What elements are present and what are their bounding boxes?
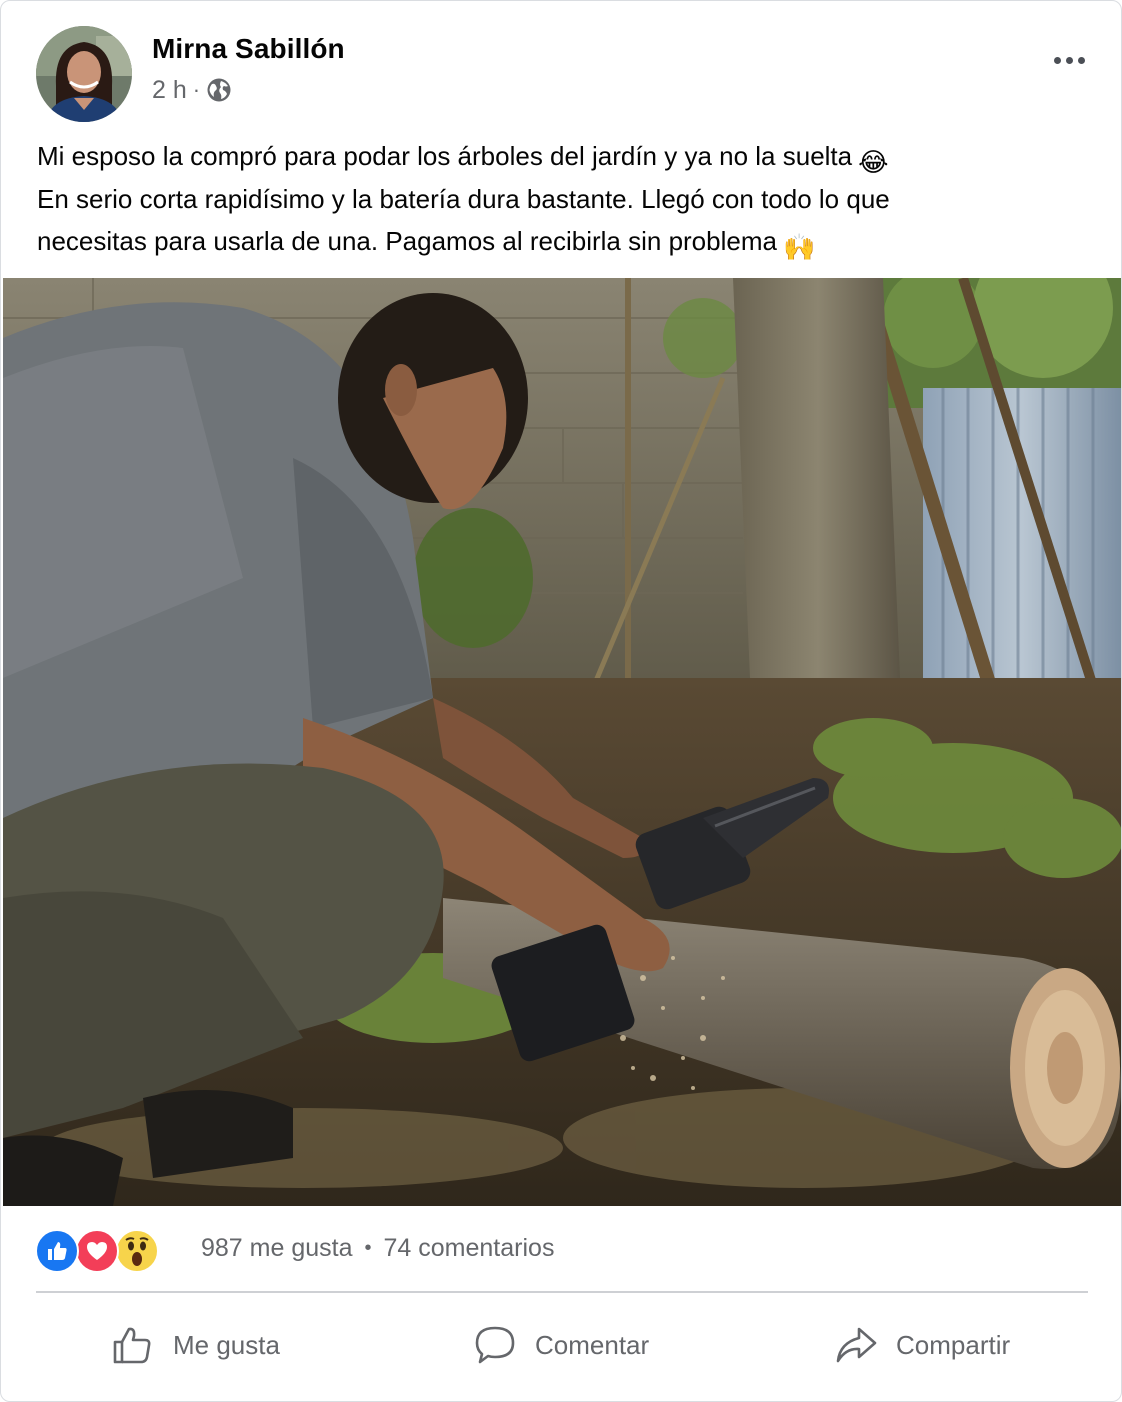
avatar[interactable] (36, 26, 132, 122)
post-text-line: necesitas para usarla de una. Pagamos al… (37, 220, 1097, 263)
post-card: Mirna Sabillón 2 h · Mi esposo la compró… (0, 0, 1122, 1402)
comment-button[interactable]: Comentar (473, 1317, 649, 1373)
raising-hands-emoji-icon: 🙌 (782, 232, 816, 262)
like-button[interactable]: Me gusta (111, 1317, 280, 1373)
post-text-line: Mi esposo la compró para podar los árbol… (37, 135, 1097, 178)
author-name[interactable]: Mirna Sabillón (152, 33, 345, 65)
more-options-icon[interactable] (1041, 41, 1097, 79)
globe-icon[interactable] (206, 77, 232, 103)
comment-icon (475, 1326, 515, 1364)
share-label: Compartir (896, 1329, 1011, 1360)
post-time[interactable]: 2 h (152, 76, 187, 105)
divider (36, 1291, 1088, 1293)
likes-count[interactable]: 987 me gusta (201, 1234, 353, 1263)
comment-label: Comentar (535, 1329, 650, 1360)
love-reaction-icon (75, 1229, 119, 1273)
post-text: Mi esposo la compró para podar los árbol… (37, 135, 1097, 263)
post-photo[interactable] (3, 278, 1121, 1206)
meta-separator: · (192, 77, 201, 102)
comments-count[interactable]: 74 comentarios (384, 1234, 555, 1263)
share-icon (836, 1327, 877, 1363)
like-label: Me gusta (173, 1329, 280, 1360)
action-bar: Me gusta Comentar Compartir (1, 1301, 1121, 1391)
share-button[interactable]: Compartir (834, 1317, 1010, 1373)
thumbs-up-icon (113, 1327, 151, 1364)
reaction-icons[interactable] (35, 1227, 159, 1275)
post-text-line: En serio corta rapidísimo y la batería d… (37, 183, 890, 214)
count-separator: • (364, 1237, 372, 1259)
laughing-emoji-icon: 😂 (858, 147, 889, 177)
post-header: Mirna Sabillón 2 h · (1, 1, 1121, 131)
like-reaction-icon (35, 1229, 79, 1273)
post-meta: 2 h · (152, 74, 232, 106)
engagement-counts: 987 me gusta • 74 comentarios (201, 1234, 554, 1263)
wow-reaction-icon (115, 1229, 159, 1273)
